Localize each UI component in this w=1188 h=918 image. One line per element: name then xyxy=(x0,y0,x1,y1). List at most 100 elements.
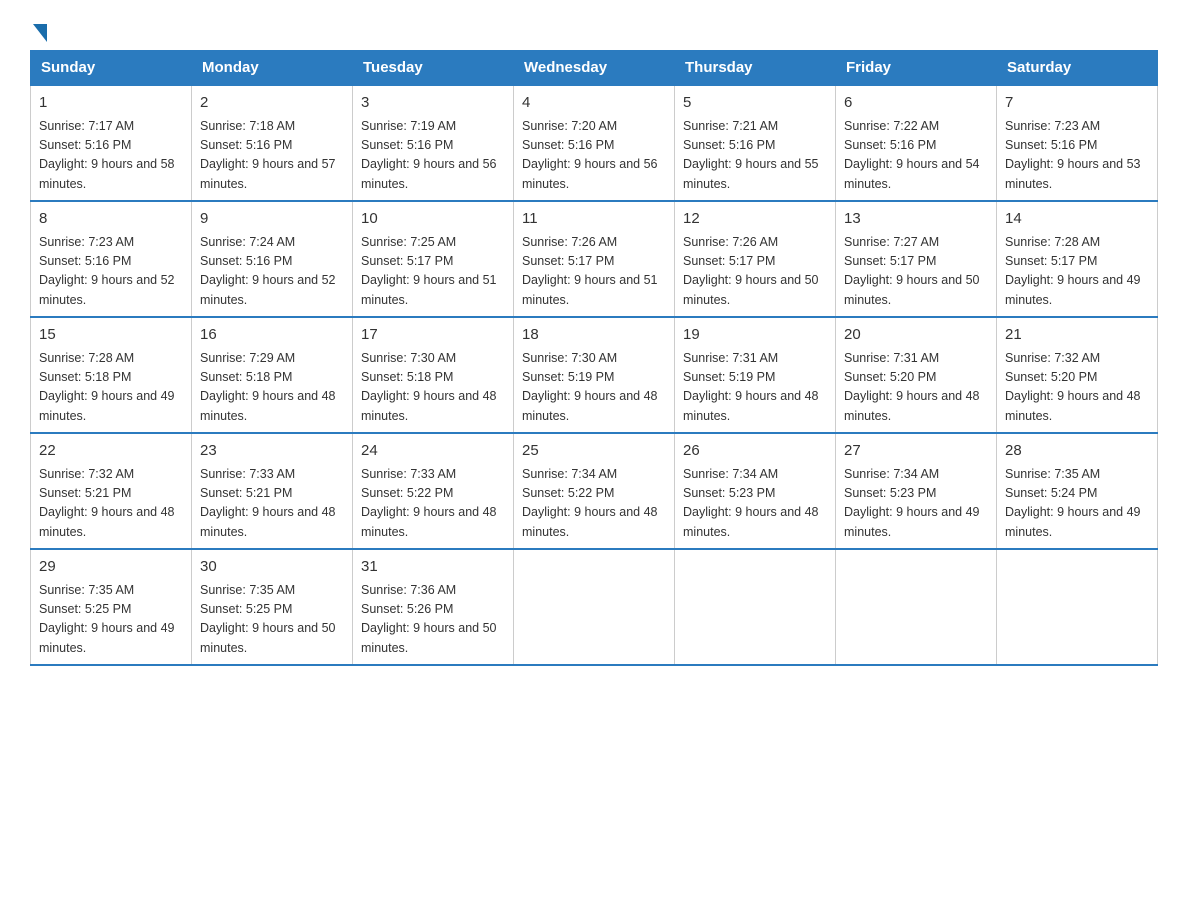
day-number: 8 xyxy=(39,208,183,231)
day-info: Sunrise: 7:32 AMSunset: 5:21 PMDaylight:… xyxy=(39,467,175,539)
day-info: Sunrise: 7:19 AMSunset: 5:16 PMDaylight:… xyxy=(361,119,497,191)
day-info: Sunrise: 7:27 AMSunset: 5:17 PMDaylight:… xyxy=(844,235,980,307)
calendar-cell: 14 Sunrise: 7:28 AMSunset: 5:17 PMDayligh… xyxy=(997,201,1158,317)
calendar-cell: 30 Sunrise: 7:35 AMSunset: 5:25 PMDayligh… xyxy=(192,549,353,665)
calendar-cell: 3Sunrise: 7:19 AMSunset: 5:16 PMDaylight… xyxy=(353,85,514,201)
calendar-cell: 27 Sunrise: 7:34 AMSunset: 5:23 PMDayligh… xyxy=(836,433,997,549)
weekday-header-friday: Friday xyxy=(836,51,997,86)
day-info: Sunrise: 7:23 AMSunset: 5:16 PMDaylight:… xyxy=(39,235,175,307)
calendar-cell: 12 Sunrise: 7:26 AMSunset: 5:17 PMDayligh… xyxy=(675,201,836,317)
day-number: 31 xyxy=(361,556,505,579)
calendar-cell: 29Sunrise: 7:35 AMSunset: 5:25 PMDayligh… xyxy=(31,549,192,665)
calendar-cell xyxy=(514,549,675,665)
calendar-cell: 24Sunrise: 7:33 AMSunset: 5:22 PMDayligh… xyxy=(353,433,514,549)
calendar-cell: 10 Sunrise: 7:25 AMSunset: 5:17 PMDayligh… xyxy=(353,201,514,317)
calendar-cell: 22 Sunrise: 7:32 AMSunset: 5:21 PMDayligh… xyxy=(31,433,192,549)
day-number: 5 xyxy=(683,92,827,115)
day-number: 23 xyxy=(200,440,344,463)
calendar-week-row: 15 Sunrise: 7:28 AMSunset: 5:18 PMDayligh… xyxy=(31,317,1158,433)
calendar-cell: 25 Sunrise: 7:34 AMSunset: 5:22 PMDayligh… xyxy=(514,433,675,549)
calendar-cell: 23Sunrise: 7:33 AMSunset: 5:21 PMDayligh… xyxy=(192,433,353,549)
day-number: 26 xyxy=(683,440,827,463)
day-number: 13 xyxy=(844,208,988,231)
day-number: 30 xyxy=(200,556,344,579)
weekday-header-wednesday: Wednesday xyxy=(514,51,675,86)
calendar-cell: 6Sunrise: 7:22 AMSunset: 5:16 PMDaylight… xyxy=(836,85,997,201)
day-info: Sunrise: 7:28 AMSunset: 5:18 PMDaylight:… xyxy=(39,351,175,423)
day-info: Sunrise: 7:28 AMSunset: 5:17 PMDaylight:… xyxy=(1005,235,1141,307)
day-info: Sunrise: 7:22 AMSunset: 5:16 PMDaylight:… xyxy=(844,119,980,191)
day-number: 24 xyxy=(361,440,505,463)
day-number: 11 xyxy=(522,208,666,231)
day-number: 28 xyxy=(1005,440,1149,463)
day-info: Sunrise: 7:21 AMSunset: 5:16 PMDaylight:… xyxy=(683,119,819,191)
calendar-cell xyxy=(997,549,1158,665)
day-info: Sunrise: 7:23 AMSunset: 5:16 PMDaylight:… xyxy=(1005,119,1141,191)
day-number: 1 xyxy=(39,92,183,115)
calendar-cell: 13 Sunrise: 7:27 AMSunset: 5:17 PMDayligh… xyxy=(836,201,997,317)
calendar-week-row: 8 Sunrise: 7:23 AMSunset: 5:16 PMDaylight… xyxy=(31,201,1158,317)
day-number: 21 xyxy=(1005,324,1149,347)
calendar-cell: 18Sunrise: 7:30 AMSunset: 5:19 PMDayligh… xyxy=(514,317,675,433)
day-number: 4 xyxy=(522,92,666,115)
calendar-cell: 1 Sunrise: 7:17 AMSunset: 5:16 PMDaylight… xyxy=(31,85,192,201)
day-number: 2 xyxy=(200,92,344,115)
day-number: 19 xyxy=(683,324,827,347)
day-info: Sunrise: 7:35 AMSunset: 5:25 PMDaylight:… xyxy=(200,583,336,655)
day-number: 10 xyxy=(361,208,505,231)
calendar-cell: 7 Sunrise: 7:23 AMSunset: 5:16 PMDaylight… xyxy=(997,85,1158,201)
day-info: Sunrise: 7:36 AMSunset: 5:26 PMDaylight:… xyxy=(361,583,497,655)
weekday-header-monday: Monday xyxy=(192,51,353,86)
weekday-header-saturday: Saturday xyxy=(997,51,1158,86)
calendar-cell: 16 Sunrise: 7:29 AMSunset: 5:18 PMDayligh… xyxy=(192,317,353,433)
day-info: Sunrise: 7:34 AMSunset: 5:23 PMDaylight:… xyxy=(844,467,980,539)
day-info: Sunrise: 7:25 AMSunset: 5:17 PMDaylight:… xyxy=(361,235,497,307)
day-number: 7 xyxy=(1005,92,1149,115)
day-number: 9 xyxy=(200,208,344,231)
day-info: Sunrise: 7:34 AMSunset: 5:23 PMDaylight:… xyxy=(683,467,819,539)
calendar-cell: 11 Sunrise: 7:26 AMSunset: 5:17 PMDayligh… xyxy=(514,201,675,317)
weekday-header-tuesday: Tuesday xyxy=(353,51,514,86)
calendar-week-row: 29Sunrise: 7:35 AMSunset: 5:25 PMDayligh… xyxy=(31,549,1158,665)
day-number: 25 xyxy=(522,440,666,463)
calendar-cell: 21 Sunrise: 7:32 AMSunset: 5:20 PMDayligh… xyxy=(997,317,1158,433)
day-number: 14 xyxy=(1005,208,1149,231)
page-header xyxy=(30,20,1158,40)
calendar-cell: 9 Sunrise: 7:24 AMSunset: 5:16 PMDaylight… xyxy=(192,201,353,317)
day-info: Sunrise: 7:29 AMSunset: 5:18 PMDaylight:… xyxy=(200,351,336,423)
day-number: 15 xyxy=(39,324,183,347)
day-number: 22 xyxy=(39,440,183,463)
calendar-table: SundayMondayTuesdayWednesdayThursdayFrid… xyxy=(30,50,1158,666)
day-info: Sunrise: 7:35 AMSunset: 5:25 PMDaylight:… xyxy=(39,583,175,655)
weekday-header-sunday: Sunday xyxy=(31,51,192,86)
day-info: Sunrise: 7:18 AMSunset: 5:16 PMDaylight:… xyxy=(200,119,336,191)
day-info: Sunrise: 7:35 AMSunset: 5:24 PMDaylight:… xyxy=(1005,467,1141,539)
calendar-cell: 15 Sunrise: 7:28 AMSunset: 5:18 PMDayligh… xyxy=(31,317,192,433)
calendar-cell: 20Sunrise: 7:31 AMSunset: 5:20 PMDayligh… xyxy=(836,317,997,433)
day-info: Sunrise: 7:24 AMSunset: 5:16 PMDaylight:… xyxy=(200,235,336,307)
day-info: Sunrise: 7:26 AMSunset: 5:17 PMDaylight:… xyxy=(522,235,658,307)
day-number: 16 xyxy=(200,324,344,347)
day-number: 12 xyxy=(683,208,827,231)
day-number: 27 xyxy=(844,440,988,463)
logo xyxy=(30,20,47,40)
day-info: Sunrise: 7:17 AMSunset: 5:16 PMDaylight:… xyxy=(39,119,175,191)
calendar-cell: 4 Sunrise: 7:20 AMSunset: 5:16 PMDaylight… xyxy=(514,85,675,201)
calendar-week-row: 1 Sunrise: 7:17 AMSunset: 5:16 PMDaylight… xyxy=(31,85,1158,201)
day-number: 18 xyxy=(522,324,666,347)
calendar-cell: 5 Sunrise: 7:21 AMSunset: 5:16 PMDaylight… xyxy=(675,85,836,201)
day-info: Sunrise: 7:30 AMSunset: 5:18 PMDaylight:… xyxy=(361,351,497,423)
calendar-cell: 31 Sunrise: 7:36 AMSunset: 5:26 PMDayligh… xyxy=(353,549,514,665)
day-info: Sunrise: 7:26 AMSunset: 5:17 PMDaylight:… xyxy=(683,235,819,307)
day-info: Sunrise: 7:34 AMSunset: 5:22 PMDaylight:… xyxy=(522,467,658,539)
calendar-cell: 2 Sunrise: 7:18 AMSunset: 5:16 PMDaylight… xyxy=(192,85,353,201)
day-info: Sunrise: 7:32 AMSunset: 5:20 PMDaylight:… xyxy=(1005,351,1141,423)
calendar-cell: 17Sunrise: 7:30 AMSunset: 5:18 PMDayligh… xyxy=(353,317,514,433)
calendar-week-row: 22 Sunrise: 7:32 AMSunset: 5:21 PMDayligh… xyxy=(31,433,1158,549)
day-info: Sunrise: 7:31 AMSunset: 5:20 PMDaylight:… xyxy=(844,351,980,423)
calendar-cell: 28 Sunrise: 7:35 AMSunset: 5:24 PMDayligh… xyxy=(997,433,1158,549)
calendar-cell: 8 Sunrise: 7:23 AMSunset: 5:16 PMDaylight… xyxy=(31,201,192,317)
day-info: Sunrise: 7:31 AMSunset: 5:19 PMDaylight:… xyxy=(683,351,819,423)
day-info: Sunrise: 7:20 AMSunset: 5:16 PMDaylight:… xyxy=(522,119,658,191)
logo-arrow-icon xyxy=(33,24,47,42)
